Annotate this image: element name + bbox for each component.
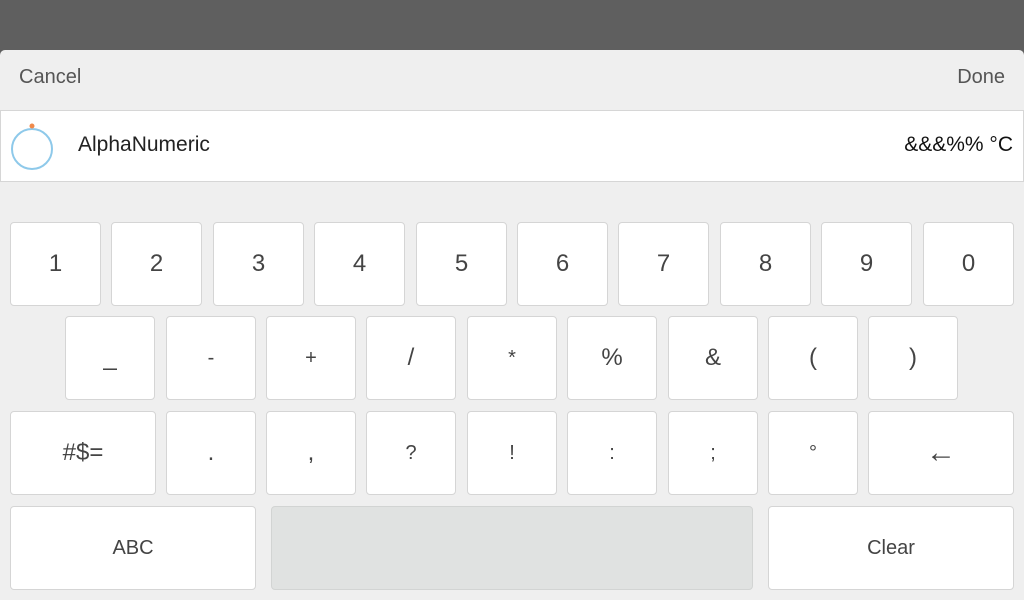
key-9[interactable]: 9 <box>821 222 912 306</box>
key-period[interactable]: . <box>166 411 256 495</box>
key-abc[interactable]: ABC <box>10 506 256 590</box>
key-2[interactable]: 2 <box>111 222 202 306</box>
cancel-button[interactable]: Cancel <box>19 62 81 92</box>
key-clear[interactable]: Clear <box>768 506 1014 590</box>
key-0[interactable]: 0 <box>923 222 1014 306</box>
key-symbols-toggle[interactable]: #$= <box>10 411 156 495</box>
input-field[interactable]: AlphaNumeric &&&%% °C <box>0 110 1024 182</box>
key-degree[interactable]: ° <box>768 411 858 495</box>
key-semicolon[interactable]: ; <box>668 411 758 495</box>
key-colon[interactable]: : <box>567 411 657 495</box>
key-question[interactable]: ? <box>366 411 456 495</box>
space-key[interactable] <box>271 506 753 590</box>
key-plus[interactable]: + <box>266 316 356 400</box>
done-button[interactable]: Done <box>957 62 1005 92</box>
key-ampersand[interactable]: & <box>668 316 758 400</box>
key-slash[interactable]: / <box>366 316 456 400</box>
key-hyphen[interactable]: - <box>166 316 256 400</box>
key-8[interactable]: 8 <box>720 222 811 306</box>
ring-timer-icon <box>11 123 53 170</box>
key-exclamation[interactable]: ! <box>467 411 557 495</box>
field-label: AlphaNumeric <box>78 133 210 156</box>
key-comma[interactable]: , <box>266 411 356 495</box>
key-percent[interactable]: % <box>567 316 657 400</box>
key-3[interactable]: 3 <box>213 222 304 306</box>
key-left-paren[interactable]: ( <box>768 316 858 400</box>
backspace-icon: ← <box>926 436 956 469</box>
key-right-paren[interactable]: ) <box>868 316 958 400</box>
key-4[interactable]: 4 <box>314 222 405 306</box>
key-5[interactable]: 5 <box>416 222 507 306</box>
key-6[interactable]: 6 <box>517 222 608 306</box>
key-asterisk[interactable]: * <box>467 316 557 400</box>
keyboard-panel: Cancel Done AlphaNumeric &&&%% °C 1 2 3 … <box>0 50 1024 600</box>
key-7[interactable]: 7 <box>618 222 709 306</box>
field-value: &&&%% °C <box>904 133 1013 156</box>
backspace-key[interactable]: ← <box>868 411 1014 495</box>
key-1[interactable]: 1 <box>10 222 101 306</box>
key-underscore[interactable]: _ <box>65 316 155 400</box>
